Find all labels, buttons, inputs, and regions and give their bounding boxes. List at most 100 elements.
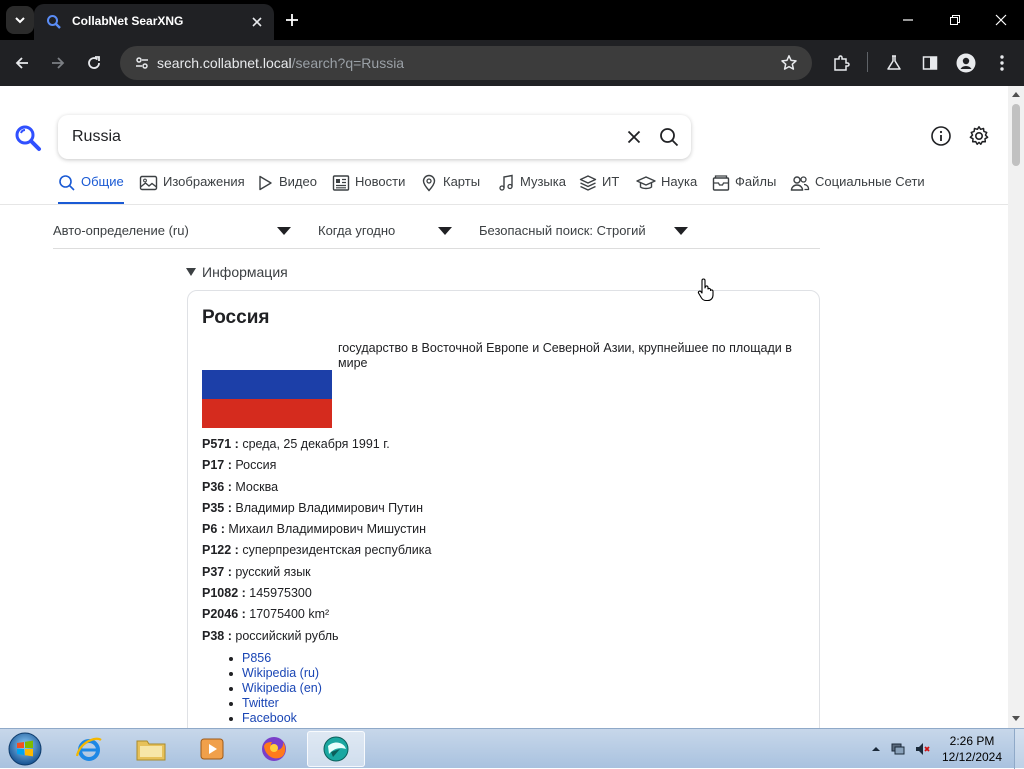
flag-stripe-white bbox=[202, 341, 332, 370]
search-submit-icon[interactable] bbox=[658, 126, 680, 148]
tab-images[interactable]: Изображения bbox=[139, 174, 245, 204]
attribute-row: P1082 : 145975300 bbox=[202, 586, 802, 607]
arrow-right-icon bbox=[52, 57, 65, 69]
forward-button[interactable] bbox=[46, 51, 70, 75]
toolbar-separator bbox=[867, 52, 868, 72]
infobox-toggle-label: Информация bbox=[202, 264, 288, 280]
dropdown-caret-icon bbox=[277, 227, 291, 235]
attribute-value: Россия bbox=[235, 458, 277, 473]
tab-news-label: Новости bbox=[355, 174, 406, 189]
layers-icon bbox=[579, 175, 597, 191]
restore-icon bbox=[950, 15, 960, 25]
bookmark-star-icon[interactable] bbox=[780, 54, 798, 72]
people-icon bbox=[790, 176, 810, 191]
tab-news[interactable]: Новости bbox=[332, 174, 405, 204]
browser-app-icon bbox=[323, 736, 349, 762]
page-scrollbar[interactable] bbox=[1008, 86, 1024, 728]
url-path: /search?q=Russia bbox=[291, 55, 405, 71]
browser-menu-button[interactable] bbox=[990, 51, 1014, 75]
clock-time: 2:26 PM bbox=[949, 734, 995, 748]
tab-it[interactable]: ИТ bbox=[579, 174, 619, 204]
attribute-value: Владимир Владимирович Путин bbox=[235, 500, 424, 515]
scroll-down-arrow-icon[interactable] bbox=[1012, 716, 1020, 721]
language-select[interactable]: Авто-определение (ru) bbox=[53, 216, 293, 244]
file-box-icon bbox=[712, 175, 730, 191]
safesearch-select[interactable]: Безопасный поиск: Строгий bbox=[479, 216, 691, 244]
extensions-button[interactable] bbox=[829, 51, 853, 75]
flag-stripe-blue bbox=[202, 370, 332, 399]
tab-close-button[interactable] bbox=[248, 13, 266, 31]
link-official-site[interactable]: P856 bbox=[229, 651, 322, 666]
close-icon bbox=[995, 14, 1007, 26]
clear-search-icon[interactable] bbox=[624, 127, 644, 147]
hand-cursor-icon bbox=[697, 278, 714, 302]
address-bar[interactable]: search.collabnet.local/search?q=Russia bbox=[120, 46, 812, 80]
info-icon[interactable] bbox=[930, 125, 952, 147]
tab-videos-label: Видео bbox=[279, 174, 317, 189]
attribute-value: Москва bbox=[235, 479, 279, 494]
window-close-button[interactable] bbox=[989, 8, 1013, 32]
attribute-key: P6 : bbox=[202, 522, 225, 537]
link-facebook[interactable]: Facebook bbox=[229, 711, 322, 726]
network-icon[interactable] bbox=[890, 741, 906, 757]
gear-icon[interactable] bbox=[968, 125, 990, 147]
site-info-icon[interactable] bbox=[134, 55, 150, 71]
taskbar-firefox[interactable] bbox=[245, 731, 303, 767]
taskbar-file-explorer[interactable] bbox=[122, 731, 180, 767]
tab-science[interactable]: Наука bbox=[636, 174, 697, 204]
attribute-key: P35 : bbox=[202, 500, 232, 515]
time-range-select-value: Когда угодно bbox=[318, 223, 396, 238]
search-filters: Авто-определение (ru) Когда угодно Безоп… bbox=[0, 216, 1008, 248]
windows-start-button-icon[interactable] bbox=[6, 731, 44, 767]
attribute-key: P571 : bbox=[202, 437, 239, 451]
tab-music[interactable]: Музыка bbox=[497, 174, 566, 204]
attribute-row: P2046 : 17075400 km² bbox=[202, 607, 802, 628]
new-tab-button[interactable] bbox=[282, 10, 302, 30]
attribute-key: P1082 : bbox=[202, 586, 246, 601]
link-wikipedia-ru[interactable]: Wikipedia (ru) bbox=[229, 666, 322, 681]
tab-title: CollabNet SearXNG bbox=[72, 14, 184, 28]
infobox-description: государство в Восточной Европе и Северно… bbox=[338, 341, 792, 370]
category-tabs: Общие Изображения Видео Новости Карты Му… bbox=[0, 174, 1008, 204]
puzzle-piece-icon bbox=[834, 55, 850, 71]
show-desktop-button[interactable] bbox=[1014, 729, 1024, 769]
flag-stripe-red bbox=[202, 399, 332, 428]
profile-button[interactable] bbox=[954, 51, 978, 75]
minimize-button[interactable] bbox=[896, 8, 920, 32]
tab-social[interactable]: Социальные Сети bbox=[790, 174, 925, 204]
searxng-logo-icon[interactable] bbox=[14, 124, 42, 152]
taskbar-media-player[interactable] bbox=[183, 731, 241, 767]
flask-icon bbox=[887, 55, 901, 70]
attribute-row: P37 : русский язык bbox=[202, 565, 802, 586]
link-wikipedia-en[interactable]: Wikipedia (en) bbox=[229, 681, 322, 696]
infobox-toggle[interactable]: Информация bbox=[186, 264, 288, 280]
tab-it-label: ИТ bbox=[602, 174, 620, 189]
arrow-left-icon bbox=[15, 57, 28, 69]
taskbar-browser-active[interactable] bbox=[307, 731, 365, 767]
attribute-key: P37 : bbox=[202, 564, 232, 579]
tray-expand-icon[interactable] bbox=[868, 741, 884, 757]
back-button[interactable] bbox=[10, 51, 34, 75]
reload-button[interactable] bbox=[82, 51, 106, 75]
side-panel-button[interactable] bbox=[918, 51, 942, 75]
tab-videos[interactable]: Видео bbox=[256, 174, 317, 204]
restore-button[interactable] bbox=[943, 8, 967, 32]
search-input[interactable]: Russia bbox=[72, 128, 121, 146]
labs-button[interactable] bbox=[882, 51, 906, 75]
link-twitter[interactable]: Twitter bbox=[229, 696, 322, 711]
kebab-menu-icon bbox=[1000, 55, 1004, 71]
tab-search-button[interactable] bbox=[6, 6, 34, 34]
tab-files[interactable]: Файлы bbox=[712, 174, 776, 204]
system-clock[interactable]: 2:26 PM 12/12/2024 bbox=[936, 733, 1008, 765]
taskbar-internet-explorer[interactable] bbox=[60, 731, 118, 767]
scroll-up-arrow-icon[interactable] bbox=[1012, 92, 1020, 97]
tab-social-label: Социальные Сети bbox=[815, 174, 925, 189]
scrollbar-thumb[interactable] bbox=[1012, 104, 1020, 166]
tab-general[interactable]: Общие bbox=[58, 174, 124, 204]
volume-muted-icon[interactable] bbox=[914, 741, 930, 757]
tab-maps[interactable]: Карты bbox=[420, 174, 480, 204]
time-range-select[interactable]: Когда угодно bbox=[318, 216, 454, 244]
chevron-down-icon bbox=[15, 17, 25, 24]
attribute-row: P38 : российский рубль bbox=[202, 629, 802, 650]
browser-tab[interactable]: CollabNet SearXNG bbox=[34, 4, 274, 40]
